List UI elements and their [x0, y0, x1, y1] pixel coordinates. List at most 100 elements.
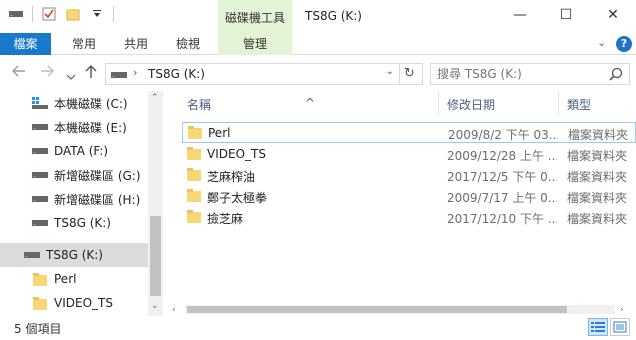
drive-icon [32, 193, 48, 205]
nav-item-label: 本機磁碟 (C:) [54, 96, 128, 111]
file-date: 2009/12/28 上午 ... [447, 149, 557, 163]
minimize-button[interactable]: — [497, 0, 543, 30]
file-date: 2017/12/5 下午 0... [447, 170, 557, 184]
column-divider[interactable] [438, 91, 439, 115]
file-type: 檔案資料夾 [567, 191, 628, 205]
folder-icon [188, 126, 202, 139]
view-toggle [588, 318, 630, 336]
help-icon[interactable]: ? [616, 36, 632, 52]
tab-manage[interactable]: 管理 [218, 33, 292, 55]
title-bar: 磁碟機工具 TS8G (K:) — ☐ ✕ [0, 0, 636, 33]
column-header-type[interactable]: 類型 [567, 96, 591, 113]
drive-icon [32, 145, 48, 157]
column-headers: ^ 名稱 修改日期 類型 [165, 91, 636, 115]
address-dropdown-chevron-icon[interactable]: ⌄ [386, 66, 394, 77]
file-row[interactable]: VIDEO_TS 2009/12/28 上午 ... 檔案資料夾 [182, 144, 636, 165]
nav-item-data-f[interactable]: DATA (F:) [0, 139, 148, 163]
scroll-up-chevron-icon[interactable]: ⌃ [151, 93, 159, 103]
nav-item-local-disk-e[interactable]: 本機磁碟 (E:) [0, 115, 148, 139]
tab-home[interactable]: 常用 [64, 33, 104, 55]
recent-locations-chevron-icon[interactable] [66, 68, 76, 84]
scroll-down-chevron-icon[interactable]: ⌄ [151, 301, 159, 311]
customize-toolbar-icon[interactable] [89, 6, 105, 22]
nav-item-label: 新增磁碟區 (H:) [54, 192, 141, 207]
horizontal-scrollbar[interactable] [185, 305, 615, 314]
file-row[interactable]: Perl 2009/8/2 下午 03... 檔案資料夾 [182, 122, 636, 143]
tab-view[interactable]: 檢視 [168, 33, 208, 55]
search-input[interactable] [431, 64, 601, 84]
drive-tools-context-header: 磁碟機工具 [218, 0, 292, 33]
tab-share[interactable]: 共用 [116, 33, 156, 55]
properties-icon[interactable] [41, 6, 57, 22]
nav-item-label: Perl [54, 272, 77, 286]
drive-icon [24, 249, 40, 261]
large-icons-view-icon[interactable] [610, 318, 630, 336]
search-icon[interactable] [609, 67, 623, 84]
folder-icon [187, 168, 201, 181]
back-arrow-icon[interactable] [12, 65, 26, 81]
drive-icon [8, 6, 24, 22]
navigation-pane: 本機磁碟 (C:) 本機磁碟 (E:) DATA (F:) 新增磁碟區 (G:)… [0, 91, 163, 316]
drive-icon [32, 169, 48, 181]
drive-icon [32, 217, 48, 229]
file-row[interactable]: 撿芝麻 2017/12/10 下午 ... 檔案資料夾 [182, 207, 636, 228]
file-type: 檔案資料夾 [568, 128, 629, 142]
column-header-name[interactable]: 名稱 [187, 96, 211, 113]
nav-item-perl[interactable]: Perl [0, 267, 148, 291]
folder-icon [187, 147, 201, 160]
nav-item-label: TS8G (K:) [54, 216, 111, 230]
forward-arrow-icon[interactable] [40, 65, 54, 81]
divider [113, 6, 114, 22]
file-name: 芝麻榨油 [207, 170, 256, 184]
window-title: TS8G (K:) [305, 9, 362, 23]
file-type: 檔案資料夾 [567, 212, 628, 226]
folder-icon [32, 296, 48, 310]
file-row[interactable]: 鄭子太極拳 2009/7/17 上午 0... 檔案資料夾 [182, 186, 636, 207]
nav-item-label: VIDEO_TS [54, 296, 113, 310]
nav-item-ts8g-k[interactable]: TS8G (K:) [0, 211, 148, 235]
breadcrumb[interactable]: TS8G (K:) [148, 67, 205, 81]
file-row[interactable]: 芝麻榨油 2017/12/5 下午 0... 檔案資料夾 [182, 165, 636, 186]
nav-pane-scrollbar[interactable]: ⌃ ⌄ [148, 91, 163, 316]
file-type: 檔案資料夾 [567, 149, 628, 163]
expand-ribbon-chevron-icon[interactable]: ⌄ [597, 36, 606, 49]
nav-item-new-volume-h[interactable]: 新增磁碟區 (H:) [0, 187, 148, 211]
nav-item-label: 本機磁碟 (E:) [54, 120, 127, 135]
drive-icon [111, 69, 127, 79]
scroll-thumb[interactable] [150, 216, 161, 296]
file-type: 檔案資料夾 [567, 170, 628, 184]
file-name: VIDEO_TS [207, 147, 266, 161]
maximize-button[interactable]: ☐ [543, 0, 589, 30]
scroll-thumb[interactable] [187, 306, 567, 313]
column-divider[interactable] [558, 91, 559, 115]
nav-item-ts8g-k-selected[interactable]: TS8G (K:) [0, 243, 148, 267]
column-header-date[interactable]: 修改日期 [447, 96, 495, 113]
refresh-icon[interactable]: ↻ [399, 64, 419, 84]
breadcrumb-chevron-icon[interactable]: › [133, 66, 137, 79]
search-box[interactable] [430, 63, 630, 85]
drive-tools-label: 磁碟機工具 [224, 11, 285, 25]
scroll-right-chevron-icon[interactable]: › [620, 305, 624, 315]
close-button[interactable]: ✕ [590, 0, 636, 30]
new-folder-icon[interactable] [65, 6, 81, 22]
nav-item-video-ts[interactable]: VIDEO_TS [0, 291, 148, 315]
nav-item-new-volume-g[interactable]: 新增磁碟區 (G:) [0, 163, 148, 187]
file-name: 撿芝麻 [207, 212, 244, 226]
nav-item-local-disk-c[interactable]: 本機磁碟 (C:) [0, 91, 148, 115]
nav-item-label: DATA (F:) [54, 144, 109, 158]
file-date: 2009/7/17 上午 0... [447, 191, 557, 205]
nav-item-label: TS8G (K:) [46, 248, 103, 262]
file-date: 2017/12/10 下午 ... [447, 212, 557, 226]
nav-item-label: 新增磁碟區 (G:) [54, 168, 141, 183]
file-list-pane: ^ 名稱 修改日期 類型 Perl 2009/8/2 下午 03... 檔案資料… [165, 91, 636, 316]
file-date: 2009/8/2 下午 03... [448, 128, 558, 142]
address-bar[interactable]: › TS8G (K:) ⌄ ↻ [105, 63, 423, 85]
tab-file[interactable]: 檔案 [0, 33, 51, 55]
folder-icon [187, 189, 201, 202]
address-row: › TS8G (K:) ⌄ ↻ [0, 57, 636, 91]
drive-icon [32, 121, 48, 133]
details-view-icon[interactable] [588, 318, 608, 336]
quick-access-toolbar [8, 6, 114, 22]
up-arrow-icon[interactable] [85, 65, 97, 83]
scroll-left-chevron-icon[interactable]: ‹ [172, 305, 176, 315]
